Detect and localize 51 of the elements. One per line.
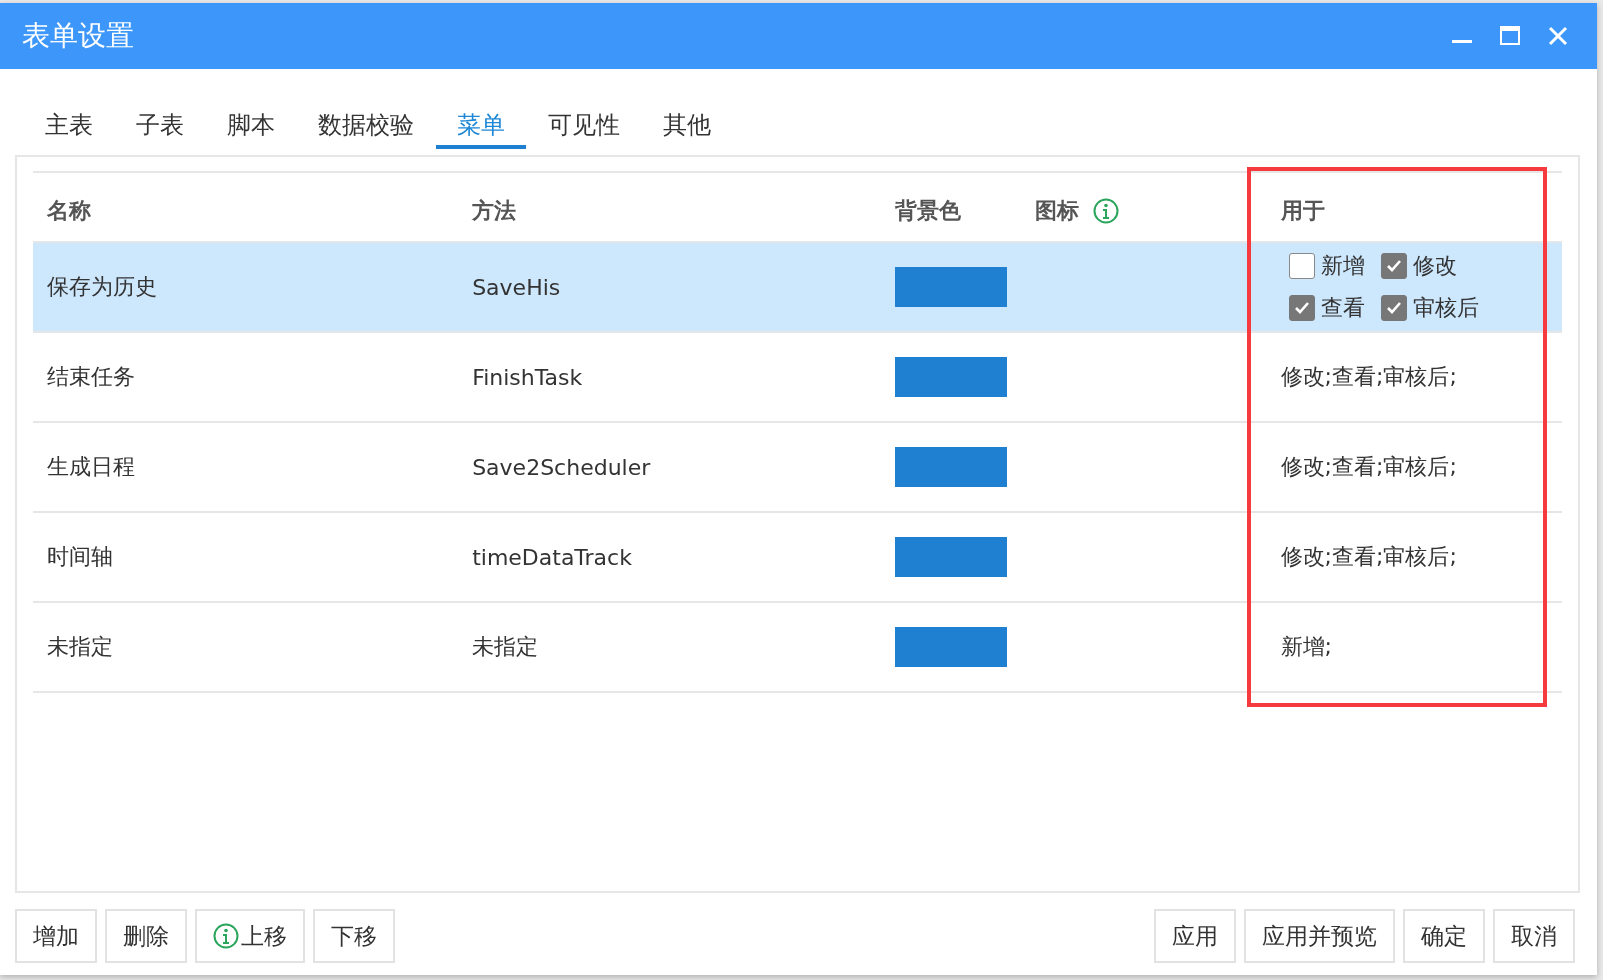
tab[interactable]: 脚本	[206, 105, 296, 149]
table-cell: timeDataTrack	[472, 544, 632, 570]
tab[interactable]: 可见性	[527, 105, 641, 149]
button[interactable]: 应用	[1154, 909, 1236, 963]
column-header: 图标	[1035, 197, 1080, 225]
table-cell-text: 未指定	[47, 633, 113, 661]
table-cell-text: 修改;查看;审核后;	[1280, 543, 1457, 571]
button[interactable]: 上移	[195, 909, 305, 963]
checkbox-label: 查看	[1320, 294, 1365, 322]
checkbox[interactable]	[1380, 295, 1407, 321]
table-cell-text: 修改;查看;审核后;	[1280, 453, 1457, 481]
close-icon[interactable]	[1547, 25, 1569, 47]
button[interactable]: 取消	[1493, 909, 1575, 963]
table-row[interactable]: 未指定 未指定 新增;	[33, 603, 1562, 693]
checkbox-label: 审核后	[1412, 294, 1479, 322]
table-row[interactable]: 时间轴 timeDataTrack 修改;查看;审核后;	[33, 513, 1562, 603]
table-row[interactable]: 生成日程 Save2Scheduler 修改;查看;审核后;	[33, 423, 1562, 513]
table-cell: Save2Scheduler	[472, 454, 651, 480]
checkbox[interactable]	[1288, 295, 1315, 321]
button[interactable]: 增加	[15, 909, 97, 963]
tab[interactable]: 数据校验	[297, 105, 435, 149]
column-header: 背景色	[895, 197, 962, 225]
column-header: 名称	[47, 197, 91, 225]
tab[interactable]: 菜单	[436, 105, 526, 149]
table-row[interactable]: 保存为历史 SaveHis 新增 修改 查看 审核后	[33, 243, 1562, 333]
maximize-icon[interactable]	[1499, 25, 1521, 47]
column-header: 方法	[472, 197, 517, 225]
table-row[interactable]: 结束任务 FinishTask 修改;查看;审核后;	[33, 333, 1562, 423]
table-cell-text: 保存为历史	[47, 273, 157, 301]
table-cell: FinishTask	[472, 364, 583, 390]
column-header: 用于	[1280, 197, 1325, 225]
tab[interactable]: 主表	[24, 105, 114, 149]
table-cell-text: 生成日程	[47, 453, 135, 481]
table-cell-text: 结束任务	[47, 363, 135, 391]
table-cell-text: 修改;查看;审核后;	[1280, 363, 1457, 391]
table-cell-text: 新增;	[1280, 633, 1332, 661]
table-cell: SaveHis	[472, 274, 561, 300]
button[interactable]: 下移	[313, 909, 395, 963]
checkbox-label: 新增	[1320, 252, 1365, 280]
tab[interactable]: 其他	[642, 105, 732, 149]
info-icon	[1093, 198, 1120, 224]
tab[interactable]: 子表	[115, 105, 205, 149]
table-cell-text: 时间轴	[47, 543, 113, 571]
button[interactable]: 应用并预览	[1244, 909, 1395, 963]
button[interactable]: 删除	[105, 909, 187, 963]
window-title: 表单设置	[22, 18, 134, 54]
checkbox[interactable]	[1380, 253, 1407, 279]
button[interactable]: 确定	[1403, 909, 1485, 963]
checkbox-label: 修改	[1412, 252, 1457, 280]
checkbox[interactable]	[1288, 253, 1315, 279]
table-cell-text: 未指定	[472, 633, 539, 661]
